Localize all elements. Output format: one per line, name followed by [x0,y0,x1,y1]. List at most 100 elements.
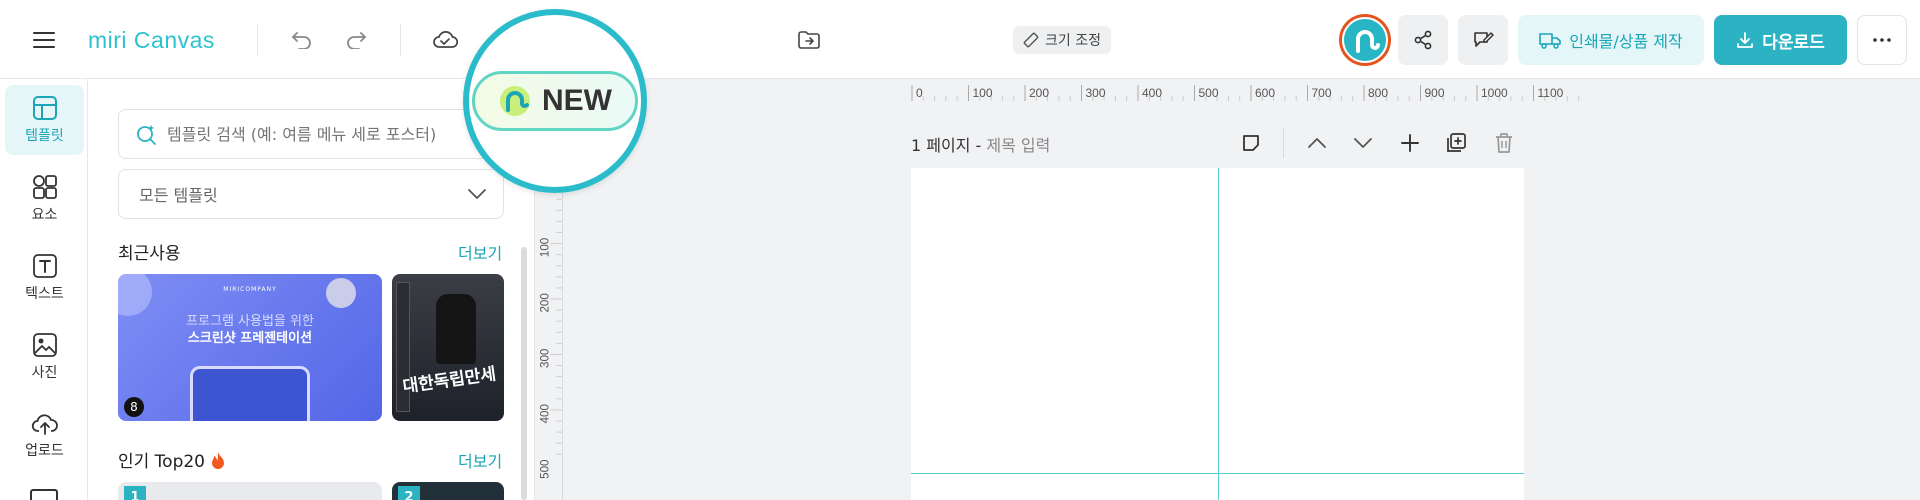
print-product-button[interactable]: 인쇄물/상품 제작 [1518,15,1704,65]
decor-figures [436,294,476,364]
vertical-guide-line[interactable] [1218,168,1219,500]
new-label: NEW [542,84,612,117]
page-title: 1 페이지 - 제목 입력 [911,132,1050,156]
ruler-tick-label: 1000 [1481,86,1508,100]
search-input[interactable] [167,124,467,144]
redo-icon[interactable] [336,20,376,60]
ruler-tick-label: 500 [1199,86,1219,100]
design-page[interactable] [911,168,1524,500]
decor-sphere [326,278,356,308]
template-filter-select[interactable]: 모든 템플릿 [118,169,504,219]
ruler-tick-label: 900 [1425,86,1445,100]
template-icon [32,96,57,120]
ruler-tick-label: 500 [540,460,552,479]
text-icon [32,254,57,278]
ruler-tick-label: 300 [1086,86,1106,100]
horizontal-guide-line[interactable] [911,473,1524,474]
share-button[interactable] [1398,15,1448,65]
panel-scrollbar[interactable] [521,247,527,500]
avatar[interactable] [1339,14,1391,66]
download-button[interactable]: 다운로드 [1714,15,1847,65]
plus-icon [1401,134,1419,152]
page-title-input[interactable]: 제목 입력 [986,136,1050,155]
search-icon [137,125,156,145]
print-product-label: 인쇄물/상품 제작 [1569,32,1683,51]
filter-value: 모든 템플릿 [139,186,218,205]
ruler-tick-label: 700 [1312,86,1332,100]
nav-item-more-icon[interactable] [30,489,58,500]
ruler-tick-label: 400 [540,404,552,423]
ruler-tick-label: 200 [1029,86,1049,100]
ruler-tick-label: 300 [540,349,552,368]
recent-template-thumbnail[interactable]: MIRICOMPANY 프로그램 사용법을 위한 스크린샷 프레젠테이션 8 [118,274,382,421]
duplicate-page-button[interactable] [1439,126,1473,160]
ruler-tick-label: 1100 [1538,86,1564,100]
chevron-down-icon [468,189,486,199]
upload-icon [31,414,58,435]
duplicate-icon [1447,133,1466,152]
page-move-down-button[interactable] [1346,126,1380,160]
ruler-tick-label: 600 [1255,86,1275,100]
chevron-down-icon [1354,138,1372,148]
page-move-up-button[interactable] [1300,126,1334,160]
nav-label: 템플릿 [25,128,64,144]
ruler-icon [1023,32,1039,48]
horizontal-ruler: 0 100 200 300 400 500 600 700 800 900 1000 1100 [911,85,1580,101]
top-bar: miri Canvas 크기 조정 인쇄물/상품 제작 다운로드 [0,0,1920,79]
divider [400,24,401,56]
template-panel: 모든 템플릿 최근사용 더보기 MIRICOMPANY 프로그램 사용법을 위한… [88,79,535,500]
delete-page-button[interactable] [1487,126,1521,160]
ruler-tick-label: 0 [916,86,923,100]
download-label: 다운로드 [1762,32,1825,53]
logo[interactable]: miri Canvas [88,24,215,56]
divider [257,24,258,56]
feedback-button[interactable] [1458,15,1508,65]
menu-icon[interactable] [24,23,64,57]
elements-icon [32,175,57,199]
avatar-logo-icon [1356,30,1380,53]
nav-item-upload[interactable]: 업로드 [5,401,84,471]
download-icon [1737,32,1754,48]
rank-badge: 2 [398,486,420,500]
move-to-folder-icon[interactable] [789,20,829,60]
add-page-button[interactable] [1393,126,1427,160]
resize-label: 크기 조정 [1045,33,1101,49]
left-nav: 템플릿 요소 텍스트 사진 업로드 [0,79,88,500]
nav-item-text[interactable]: 텍스트 [5,243,84,313]
nav-label: 요소 [31,207,58,223]
nav-label: 텍스트 [25,286,64,302]
recent-more-link[interactable]: 더보기 [458,240,502,264]
new-badge: NEW [472,71,638,131]
trash-icon [1496,133,1512,153]
template-search[interactable] [118,109,504,159]
miri-logo-icon [500,86,530,116]
undo-icon[interactable] [282,20,322,60]
ruler-tick-label: 200 [540,293,552,312]
popular-template-thumbnail[interactable]: 1 [118,482,382,500]
recent-template-thumbnail[interactable]: 대한독립만세 [392,274,504,421]
page-memo-button[interactable] [1234,126,1268,160]
ruler-tick-label: 100 [973,86,993,100]
photo-icon [32,333,57,357]
nav-item-photos[interactable]: 사진 [5,322,84,392]
fire-icon [212,451,225,469]
page-number: 1 페이지 - [911,136,982,155]
cloud-saved-icon[interactable] [425,20,465,60]
share-icon [1414,30,1432,50]
nav-label: 업로드 [25,443,64,459]
page-count-badge: 8 [124,397,144,417]
divider [1283,128,1284,158]
rank-badge: 1 [124,486,146,500]
nav-item-elements[interactable]: 요소 [5,164,84,234]
new-feature-callout[interactable]: NEW [463,9,647,193]
memo-icon [1243,135,1259,151]
decor-card [190,366,310,421]
thumb-line2: 스크린샷 프레젠테이션 [187,331,313,346]
more-options-button[interactable] [1857,15,1907,65]
resize-button[interactable]: 크기 조정 [1013,26,1111,54]
nav-item-templates[interactable]: 템플릿 [5,85,84,155]
ruler-tick-label: 800 [1368,86,1388,100]
popular-template-thumbnail[interactable]: 2 [392,482,504,500]
popular-title-wrap: 인기 Top20 [118,447,225,472]
popular-more-link[interactable]: 더보기 [458,448,502,472]
